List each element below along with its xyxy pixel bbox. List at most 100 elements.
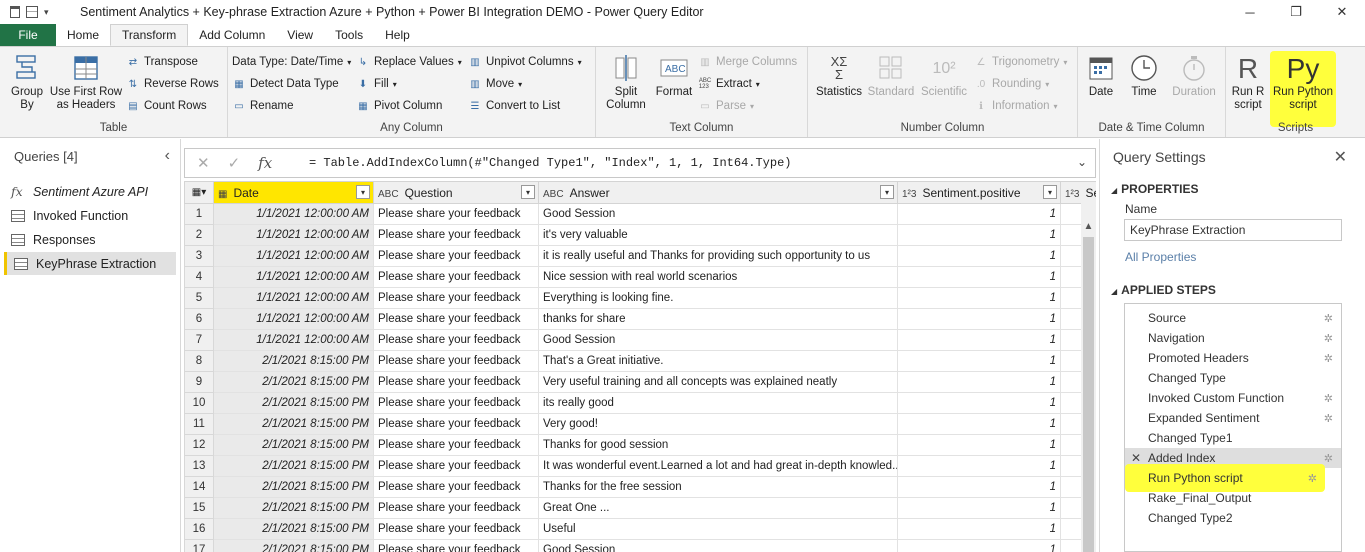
cell-answer[interactable]: Great One ... xyxy=(538,497,898,519)
tab-home[interactable]: Home xyxy=(56,24,110,46)
cell-sentiment-positive[interactable]: 1 xyxy=(897,266,1061,288)
cell-date[interactable]: 2/1/2021 8:15:00 PM xyxy=(213,434,374,456)
formula-input[interactable]: = Table.AddIndexColumn(#"Changed Type1",… xyxy=(309,156,791,170)
table-row[interactable]: 17 2/1/2021 8:15:00 PM Please share your f… xyxy=(184,539,1096,552)
query-item-keyphrase-extraction[interactable]: KeyPhrase Extraction xyxy=(4,252,176,275)
cell-date[interactable]: 2/1/2021 8:15:00 PM xyxy=(213,539,374,552)
table-row[interactable]: 12 2/1/2021 8:15:00 PM Please share your f… xyxy=(184,434,1096,456)
applied-step-item[interactable]: Changed Type xyxy=(1125,368,1341,388)
time-button[interactable]: Time xyxy=(1126,53,1162,99)
statistics-button[interactable]: XΣ Σ Statistics xyxy=(814,53,864,99)
cell-answer[interactable]: Everything is looking fine. xyxy=(538,287,898,309)
replace-values-button[interactable]: ↳ Replace Values ▾ xyxy=(356,53,462,71)
table-row[interactable]: 10 2/1/2021 8:15:00 PM Please share your f… xyxy=(184,392,1096,414)
pivot-column-button[interactable]: ▦ Pivot Column xyxy=(356,97,442,115)
cell-sentiment-positive[interactable]: 1 xyxy=(897,350,1061,372)
rounding-button[interactable]: .0 Rounding ▾ xyxy=(974,75,1049,93)
cell-answer[interactable]: Thanks for the free session xyxy=(538,476,898,498)
cell-answer[interactable]: thanks for share xyxy=(538,308,898,330)
trigonometry-button[interactable]: ∠ Trigonometry ▾ xyxy=(974,53,1068,71)
table-row[interactable]: 8 2/1/2021 8:15:00 PM Please share your fe… xyxy=(184,350,1096,372)
cell-question[interactable]: Please share your feedback xyxy=(373,476,539,498)
applied-step-item[interactable]: Navigation ✲ xyxy=(1125,328,1341,348)
cell-question[interactable]: Please share your feedback xyxy=(373,497,539,519)
rename-button[interactable]: ▭ Rename xyxy=(232,97,293,115)
column-header-question[interactable]: ABC Question ▾ xyxy=(373,181,539,204)
cell-date[interactable]: 2/1/2021 8:15:00 PM xyxy=(213,392,374,414)
cell-answer[interactable]: Nice session with real world scenarios xyxy=(538,266,898,288)
table-row[interactable]: 3 1/1/2021 12:00:00 AM Please share your f… xyxy=(184,245,1096,267)
cell-question[interactable]: Please share your feedback xyxy=(373,329,539,351)
table-row[interactable]: 13 2/1/2021 8:15:00 PM Please share your f… xyxy=(184,455,1096,477)
minimize-button[interactable]: ─ xyxy=(1227,0,1273,24)
cell-date[interactable]: 2/1/2021 8:15:00 PM xyxy=(213,518,374,540)
step-settings-gear-icon[interactable]: ✲ xyxy=(1324,312,1333,325)
cell-sentiment-positive[interactable]: 1 xyxy=(897,455,1061,477)
cell-date[interactable]: 1/1/2021 12:00:00 AM xyxy=(213,287,374,309)
applied-step-item[interactable]: Changed Type2 xyxy=(1125,508,1341,528)
all-properties-link[interactable]: All Properties xyxy=(1125,250,1196,264)
cell-sentiment-positive[interactable]: 1 xyxy=(897,434,1061,456)
cell-date[interactable]: 1/1/2021 12:00:00 AM xyxy=(213,308,374,330)
cell-question[interactable]: Please share your feedback xyxy=(373,392,539,414)
cell-sentiment-positive[interactable]: 1 xyxy=(897,518,1061,540)
tab-transform[interactable]: Transform xyxy=(110,24,189,46)
cell-answer[interactable]: Thanks for good session xyxy=(538,434,898,456)
convert-to-list-button[interactable]: ☰ Convert to List xyxy=(468,97,561,115)
collapse-pane-icon[interactable]: ‹ xyxy=(165,147,170,165)
cell-answer[interactable]: Very useful training and all concepts wa… xyxy=(538,371,898,393)
information-button[interactable]: ℹ Information ▾ xyxy=(974,97,1057,115)
extract-button[interactable]: ABC 123 Extract ▾ xyxy=(698,75,760,93)
table-row[interactable]: 14 2/1/2021 8:15:00 PM Please share your f… xyxy=(184,476,1096,498)
table-row[interactable]: 7 1/1/2021 12:00:00 AM Please share your f… xyxy=(184,329,1096,351)
tab-view[interactable]: View xyxy=(276,24,324,46)
split-column-button[interactable]: Split Column xyxy=(604,53,648,112)
column-header-date[interactable]: ▦ Date ▾ xyxy=(213,181,374,204)
table-row[interactable]: 9 2/1/2021 8:15:00 PM Please share your fe… xyxy=(184,371,1096,393)
cell-answer[interactable]: Useful xyxy=(538,518,898,540)
cell-date[interactable]: 1/1/2021 12:00:00 AM xyxy=(213,329,374,351)
reverse-rows-button[interactable]: ⇅ Reverse Rows xyxy=(126,75,219,93)
cell-answer[interactable]: Good Session xyxy=(538,539,898,552)
table-row[interactable]: 4 1/1/2021 12:00:00 AM Please share your f… xyxy=(184,266,1096,288)
cell-date[interactable]: 1/1/2021 12:00:00 AM xyxy=(213,203,374,225)
tab-file[interactable]: File xyxy=(0,24,56,46)
cell-date[interactable]: 1/1/2021 12:00:00 AM xyxy=(213,224,374,246)
cell-sentiment-positive[interactable]: 1 xyxy=(897,245,1061,267)
cell-question[interactable]: Please share your feedback xyxy=(373,413,539,435)
cell-sentiment-positive[interactable]: 1 xyxy=(897,287,1061,309)
tab-tools[interactable]: Tools xyxy=(324,24,374,46)
applied-step-item[interactable]: Expanded Sentiment ✲ xyxy=(1125,408,1341,428)
cell-question[interactable]: Please share your feedback xyxy=(373,224,539,246)
run-python-script-button[interactable]: Py Run Python script xyxy=(1270,51,1336,127)
cell-date[interactable]: 2/1/2021 8:15:00 PM xyxy=(213,413,374,435)
cell-question[interactable]: Please share your feedback xyxy=(373,287,539,309)
scroll-up-icon[interactable]: ▲ xyxy=(1081,221,1096,235)
applied-step-item[interactable]: Source ✲ xyxy=(1125,308,1341,328)
cell-date[interactable]: 2/1/2021 8:15:00 PM xyxy=(213,476,374,498)
format-button[interactable]: ABC Format xyxy=(654,53,694,99)
tab-help[interactable]: Help xyxy=(374,24,421,46)
parse-button[interactable]: ▭ Parse ▾ xyxy=(698,97,754,115)
query-item-sentiment-azure-api[interactable]: fx Sentiment Azure API xyxy=(4,180,176,203)
tab-add-column[interactable]: Add Column xyxy=(188,24,276,46)
save-icon[interactable] xyxy=(26,6,38,18)
detect-data-type-button[interactable]: ▦ Detect Data Type xyxy=(232,75,338,93)
count-rows-button[interactable]: ▤ Count Rows xyxy=(126,97,206,115)
cell-answer[interactable]: its really good xyxy=(538,392,898,414)
column-header-sentiment-positive[interactable]: 1²3 Sentiment.positive ▾ xyxy=(897,181,1061,204)
step-settings-gear-icon[interactable]: ✲ xyxy=(1324,452,1333,465)
text-type-icon[interactable]: ABC xyxy=(378,189,399,200)
cell-sentiment-positive[interactable]: 1 xyxy=(897,371,1061,393)
table-row[interactable]: 11 2/1/2021 8:15:00 PM Please share your f… xyxy=(184,413,1096,435)
table-menu-icon[interactable]: ▦▾ xyxy=(184,181,214,204)
number-type-icon[interactable]: 1²3 xyxy=(902,189,916,200)
cell-question[interactable]: Please share your feedback xyxy=(373,371,539,393)
step-settings-gear-icon[interactable]: ✲ xyxy=(1324,332,1333,345)
cell-sentiment-positive[interactable]: 1 xyxy=(897,308,1061,330)
table-row[interactable]: 5 1/1/2021 12:00:00 AM Please share your f… xyxy=(184,287,1096,309)
restore-button[interactable]: ❐ xyxy=(1273,0,1319,24)
step-settings-gear-icon[interactable]: ✲ xyxy=(1324,412,1333,425)
cell-answer[interactable]: Good Session xyxy=(538,203,898,225)
query-item-responses[interactable]: Responses xyxy=(4,228,176,251)
